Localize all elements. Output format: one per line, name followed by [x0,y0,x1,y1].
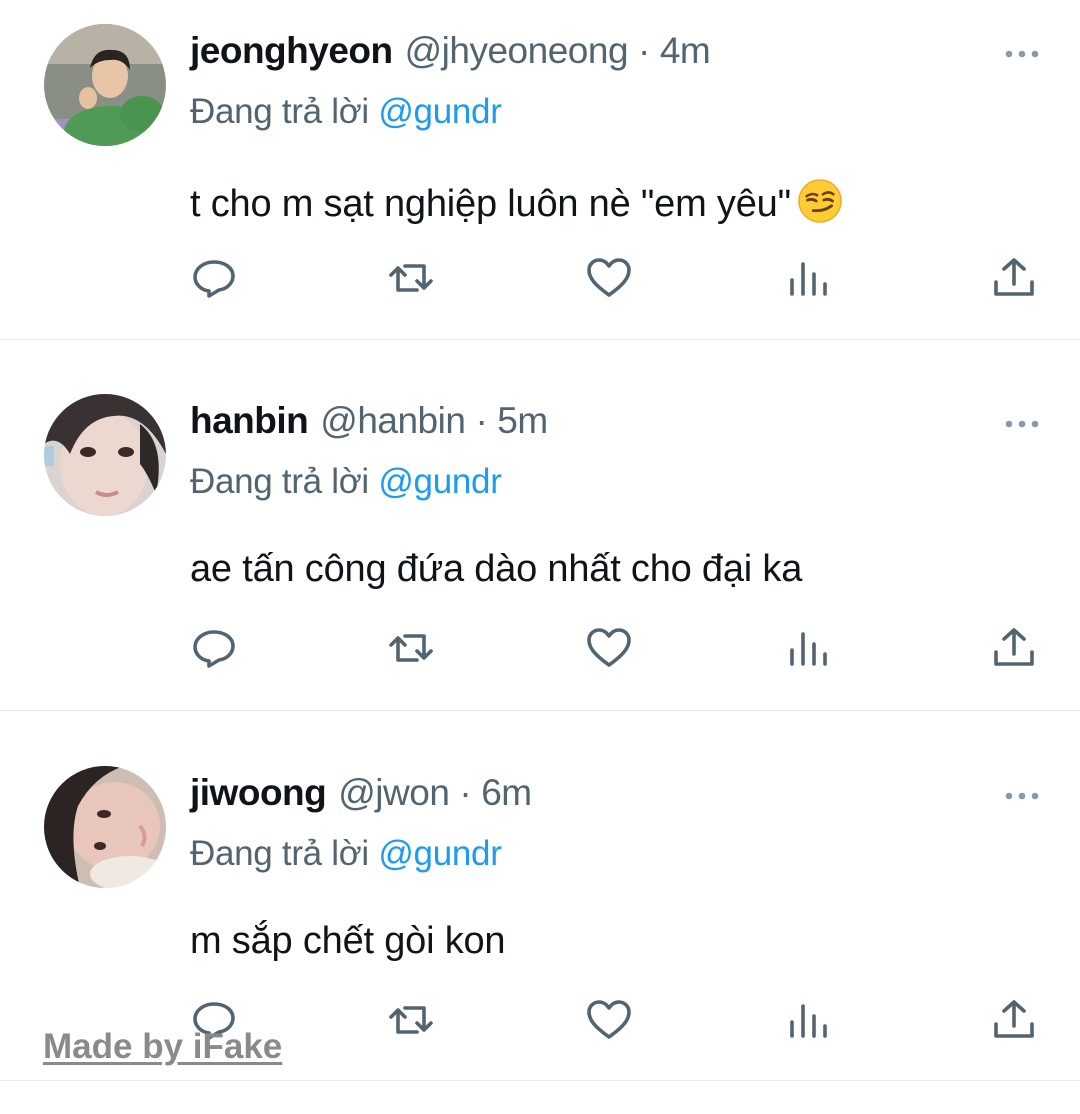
replying-to-label: Đang trả lời [190,92,369,131]
tweet-actions [0,626,1080,670]
username[interactable]: @jhyeoneong [405,30,629,72]
views-icon[interactable] [784,998,832,1042]
display-name[interactable]: jeonghyeon [190,30,393,72]
retweet-icon[interactable] [387,256,435,300]
replying-to: Đang trả lời @gundr [190,462,502,502]
tweet-text-content: m sắp chết gòi kon [190,920,506,962]
tweet-1[interactable]: jeonghyeon @jhyeoneong · 4m Đang trả lời… [0,0,1080,370]
replying-to-label: Đang trả lời [190,834,369,873]
views-icon[interactable] [784,256,832,300]
share-icon[interactable] [990,998,1038,1042]
display-name[interactable]: hanbin [190,400,309,442]
timestamp[interactable]: 5m [497,400,548,442]
separator-dot: · [475,400,488,441]
tweet-text: ae tấn công đứa dào nhất cho đại ka [190,548,802,591]
replying-to: Đang trả lời @gundr [190,92,502,132]
tweet-header: jeonghyeon @jhyeoneong · 4m [190,30,711,78]
smirking-face-emoji [797,178,843,234]
like-icon[interactable] [585,998,633,1042]
timestamp[interactable]: 6m [481,772,532,814]
share-icon[interactable] [990,626,1038,670]
like-icon[interactable] [585,256,633,300]
tweet-divider [0,710,1080,711]
more-options-icon[interactable] [1004,786,1040,806]
replying-to-label: Đang trả lời [190,462,369,501]
more-options-icon[interactable] [1004,414,1040,434]
avatar[interactable] [44,766,166,888]
timestamp[interactable]: 4m [660,30,711,72]
reply-icon[interactable] [190,626,238,670]
mention-link[interactable]: @gundr [378,92,502,131]
retweet-icon[interactable] [387,998,435,1042]
avatar[interactable] [44,24,166,146]
like-icon[interactable] [585,626,633,670]
separator-dot: · [638,30,650,71]
tweet-header: jiwoong @jwon · 6m [190,772,532,820]
avatar[interactable] [44,394,166,516]
watermark: Made by iFake [43,1027,283,1066]
more-options-icon[interactable] [1004,44,1040,64]
tweet-text: t cho m sạt nghiệp luôn nè "em yêu" [190,178,843,234]
tweet-divider [0,339,1080,340]
views-icon[interactable] [784,626,832,670]
share-icon[interactable] [990,256,1038,300]
username[interactable]: @jwon [338,772,450,814]
retweet-icon[interactable] [387,626,435,670]
tweet-header: hanbin @hanbin · 5m [190,400,548,448]
tweet-divider [0,1080,1080,1081]
mention-link[interactable]: @gundr [378,834,502,873]
tweet-text-content: t cho m sạt nghiệp luôn nè "em yêu" [190,183,791,225]
display-name[interactable]: jiwoong [190,772,327,814]
replying-to: Đang trả lời @gundr [190,834,502,874]
tweet-text-content: ae tấn công đứa dào nhất cho đại ka [190,548,803,590]
username[interactable]: @hanbin [320,400,466,442]
reply-icon[interactable] [190,256,238,300]
mention-link[interactable]: @gundr [378,462,502,501]
tweet-text: m sắp chết gòi kon [190,920,506,963]
tweet-2[interactable]: hanbin @hanbin · 5m Đang trả lời @gundr … [0,370,1080,740]
separator-dot: · [459,772,472,813]
tweet-actions [0,256,1080,300]
